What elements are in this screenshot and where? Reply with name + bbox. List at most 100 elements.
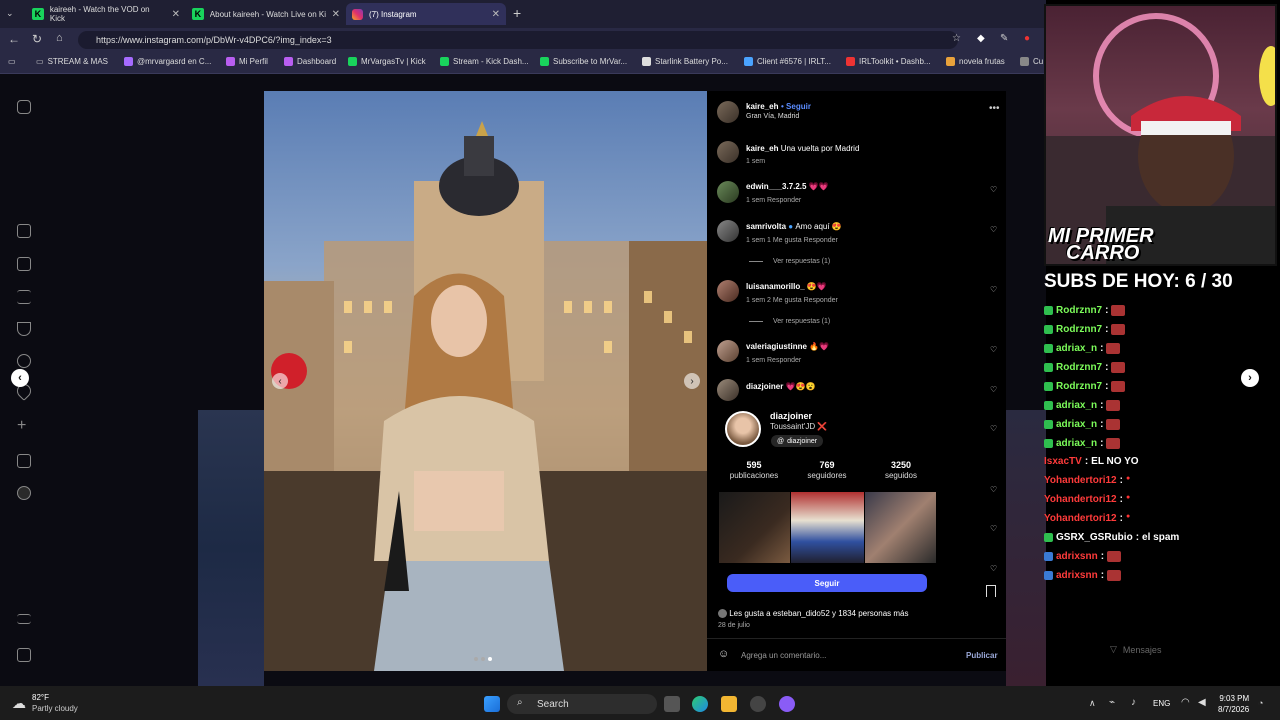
windows-start-icon[interactable] bbox=[484, 696, 500, 712]
comment-meta[interactable]: 1 sem 2 Me gusta Responder bbox=[746, 297, 838, 304]
bookmark-item[interactable]: MrVargasTv | Kick bbox=[348, 57, 426, 66]
view-replies-link[interactable]: Ver respuestas (1) bbox=[749, 318, 830, 325]
apps-icon[interactable] bbox=[17, 648, 31, 662]
weather-widget[interactable]: ☁ 82°F Partly cloudy bbox=[12, 692, 78, 714]
comment-meta[interactable]: 1 sem 1 Me gusta Responder bbox=[746, 237, 838, 244]
network-icon[interactable]: ⌁ bbox=[1109, 697, 1115, 708]
task-view-icon[interactable] bbox=[664, 696, 680, 712]
threads-badge[interactable]: @ diazjoiner bbox=[771, 435, 824, 447]
publish-button[interactable]: Publicar bbox=[966, 651, 998, 660]
popup-username[interactable]: diazjoiner bbox=[770, 411, 812, 421]
popup-thumbnail[interactable] bbox=[791, 492, 864, 563]
bookmark-item[interactable]: Cu bbox=[1020, 57, 1043, 66]
wifi-icon[interactable]: ◠ bbox=[1181, 697, 1190, 708]
bookmark-item[interactable]: Dashboard bbox=[284, 57, 336, 66]
like-comment-heart-icon[interactable]: ♡ bbox=[990, 424, 997, 433]
bookmark-item[interactable]: novela frutas bbox=[946, 57, 1005, 66]
popup-thumbnail[interactable] bbox=[719, 492, 790, 563]
like-comment-heart-icon[interactable]: ♡ bbox=[990, 485, 997, 494]
volume-icon[interactable]: ◀ bbox=[1198, 697, 1206, 708]
comment-meta[interactable]: 1 sem Responder bbox=[746, 197, 801, 204]
pen-icon[interactable]: ✎ bbox=[1000, 33, 1008, 44]
comment-avatar[interactable] bbox=[717, 379, 739, 401]
like-comment-heart-icon[interactable]: ♡ bbox=[990, 225, 997, 234]
like-comment-heart-icon[interactable]: ♡ bbox=[990, 524, 997, 533]
app-icon[interactable] bbox=[750, 696, 766, 712]
close-icon[interactable]: ✕ bbox=[492, 9, 500, 20]
comment-username[interactable]: luisanamorillo_ bbox=[746, 282, 805, 291]
comment-avatar[interactable] bbox=[717, 340, 739, 362]
new-tab-button[interactable]: + bbox=[513, 5, 521, 21]
dashboard-icon[interactable] bbox=[17, 454, 31, 468]
bookmark-item[interactable]: Subscribe to MrVar... bbox=[540, 57, 627, 66]
following-label[interactable]: seguidos bbox=[866, 471, 936, 480]
bookmarks-menu-icon[interactable]: ▭ bbox=[8, 57, 16, 66]
notification-bell-icon[interactable]: ◔ bbox=[1258, 698, 1263, 708]
bookmark-item[interactable]: Starlink Battery Po... bbox=[642, 57, 728, 66]
list-icon[interactable] bbox=[17, 290, 31, 304]
followers-label[interactable]: seguidores bbox=[792, 471, 862, 480]
comment-username[interactable]: edwin___3.7.2.5 bbox=[746, 182, 806, 191]
popup-avatar[interactable] bbox=[725, 411, 761, 447]
home-icon[interactable] bbox=[17, 224, 31, 238]
close-icon[interactable]: ✕ bbox=[172, 9, 180, 20]
star-icon[interactable]: ☆ bbox=[952, 33, 961, 44]
popup-thumbnail[interactable] bbox=[865, 492, 936, 563]
comment-username[interactable]: valeriagiustinne bbox=[746, 342, 807, 351]
author-avatar[interactable] bbox=[717, 141, 739, 163]
tab-list-chevron-icon[interactable]: ⌄ bbox=[6, 8, 14, 19]
like-comment-heart-icon[interactable]: ♡ bbox=[990, 285, 997, 294]
home-icon[interactable]: ⌂ bbox=[56, 32, 63, 44]
like-comment-heart-icon[interactable]: ♡ bbox=[990, 185, 997, 194]
comment-avatar[interactable] bbox=[717, 220, 739, 242]
comment-avatar[interactable] bbox=[717, 280, 739, 302]
clock[interactable]: 9:03 PM 8/7/2026 bbox=[1218, 693, 1249, 715]
edge-icon[interactable] bbox=[692, 696, 708, 712]
bookmark-item[interactable]: IRLToolkit • Dashb... bbox=[846, 57, 931, 66]
extension-red-icon[interactable]: ● bbox=[1024, 33, 1030, 44]
profile-icon[interactable] bbox=[17, 486, 31, 500]
previous-post-button[interactable]: ‹ bbox=[11, 369, 29, 387]
microphone-icon[interactable]: ♪ bbox=[1131, 697, 1136, 708]
chat-app-icon[interactable] bbox=[779, 696, 795, 712]
caption-username[interactable]: kaire_eh bbox=[746, 144, 778, 153]
next-image-button[interactable]: › bbox=[684, 373, 700, 389]
comment-input[interactable]: Agrega un comentario... bbox=[741, 651, 941, 660]
tab-instagram[interactable]: (7) Instagram ✕ bbox=[346, 3, 506, 25]
back-icon[interactable]: ← bbox=[8, 32, 20, 46]
like-comment-heart-icon[interactable]: ♡ bbox=[990, 345, 997, 354]
follow-link[interactable]: • Seguir bbox=[781, 102, 811, 111]
post-location[interactable]: Gran Vía, Madrid bbox=[746, 113, 799, 120]
like-comment-heart-icon[interactable]: ♡ bbox=[990, 564, 997, 573]
following-count[interactable]: 3250 bbox=[866, 460, 936, 470]
next-post-button[interactable]: › bbox=[1241, 369, 1259, 387]
author-username[interactable]: kaire_eh bbox=[746, 102, 778, 111]
comment-username[interactable]: samrivolta bbox=[746, 222, 786, 231]
bookmark-item[interactable]: Stream - Kick Dash... bbox=[440, 57, 529, 66]
create-icon[interactable]: + bbox=[17, 418, 31, 434]
tray-chevron-icon[interactable]: ∧ bbox=[1089, 698, 1096, 709]
close-icon[interactable]: ✕ bbox=[332, 9, 340, 20]
reels-icon[interactable] bbox=[17, 257, 31, 271]
popup-follow-button[interactable]: Seguir bbox=[727, 574, 927, 592]
bookmark-item[interactable]: @mrvargasrd en C... bbox=[124, 57, 211, 66]
emoji-icon[interactable]: ☺ bbox=[718, 648, 729, 660]
messages-widget[interactable]: ▽ Mensajes bbox=[1110, 644, 1161, 655]
tab-kick-about[interactable]: K About kaireeh - Watch Live on Kick ✕ bbox=[186, 3, 346, 25]
like-comment-heart-icon[interactable]: ♡ bbox=[990, 385, 997, 394]
followers-count[interactable]: 769 bbox=[792, 460, 862, 470]
extension-icon[interactable]: ◆ bbox=[977, 33, 985, 44]
reload-icon[interactable]: ↻ bbox=[32, 32, 42, 46]
comment-username[interactable]: diazjoiner bbox=[746, 382, 783, 391]
bookmark-item[interactable]: Mi Perfil bbox=[226, 57, 268, 66]
address-bar[interactable]: https://www.instagram.com/p/DbWr-v4DPC6/… bbox=[78, 31, 958, 49]
filter-icon[interactable] bbox=[17, 322, 31, 336]
language-indicator[interactable]: ENG bbox=[1153, 699, 1170, 708]
likes-text[interactable]: Les gusta a esteban_dido52 y 1834 person… bbox=[718, 609, 908, 619]
search-icon[interactable] bbox=[17, 354, 31, 368]
bookmark-icon[interactable] bbox=[986, 585, 996, 597]
bookmark-item[interactable]: Client #6576 | IRLT... bbox=[744, 57, 831, 66]
menu-icon[interactable] bbox=[17, 614, 31, 624]
comment-avatar[interactable] bbox=[717, 181, 739, 203]
prev-image-button[interactable]: ‹ bbox=[272, 373, 288, 389]
